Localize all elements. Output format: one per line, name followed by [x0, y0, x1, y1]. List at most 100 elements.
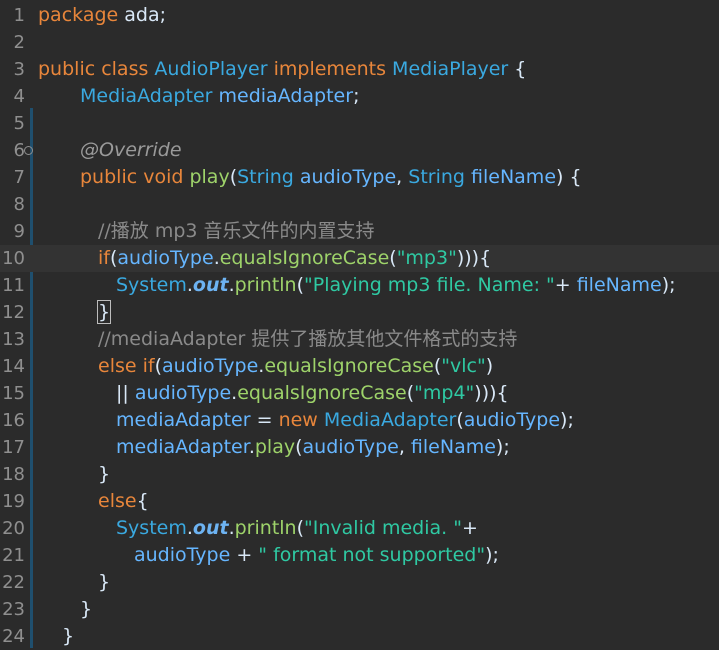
- code-token: package: [38, 4, 119, 26]
- line-number: 24: [2, 626, 25, 647]
- line-number: 7: [13, 167, 25, 188]
- code-line[interactable]: 10 if(audioType.equalsIgnoreCase("mp3")))…: [0, 245, 719, 272]
- code-text: @Override: [80, 137, 182, 164]
- code-token: }: [98, 571, 111, 593]
- code-token: out: [192, 274, 229, 296]
- line-number: 9: [13, 221, 25, 242]
- code-token: (: [154, 355, 162, 377]
- code-line[interactable]: 2: [0, 29, 719, 56]
- line-number: 10: [2, 248, 25, 269]
- line-number: 12: [2, 302, 25, 323]
- line-number: 8: [13, 194, 25, 215]
- code-text: }: [80, 596, 92, 623]
- code-token: System: [116, 517, 187, 539]
- code-text: System.out.println("Invalid media. "+: [116, 515, 478, 542]
- code-token: fileName: [410, 436, 496, 458]
- code-text: else{: [98, 488, 149, 515]
- code-token: System: [116, 274, 187, 296]
- line-number: 20: [2, 518, 25, 539]
- code-token: (: [229, 166, 238, 188]
- line-number: 2: [13, 32, 25, 53]
- code-line[interactable]: 21 audioType + " format not supported");: [0, 542, 719, 569]
- line-number: 4: [13, 86, 25, 107]
- code-text: else if(audioType.equalsIgnoreCase("vlc"…: [98, 353, 493, 380]
- code-line[interactable]: 14 else if(audioType.equalsIgnoreCase("vl…: [0, 353, 719, 380]
- line-number: 17: [2, 437, 25, 458]
- code-text: //播放 mp3 音乐文件的内置支持: [98, 218, 375, 245]
- line-number: 13: [2, 329, 25, 350]
- code-text: System.out.println("Playing mp3 file. Na…: [116, 272, 676, 299]
- code-token: +: [554, 274, 577, 296]
- code-token: implements: [267, 58, 393, 80]
- code-token: (: [295, 436, 303, 458]
- code-token: audioType: [117, 247, 214, 269]
- code-token: audioType: [463, 409, 561, 431]
- code-token: else: [98, 490, 137, 512]
- code-token: MediaAdapter: [323, 409, 457, 431]
- code-token: else if: [98, 355, 155, 377]
- code-token: "mp3": [396, 247, 457, 269]
- code-line[interactable]: 18}: [0, 461, 719, 488]
- line-number: 1: [13, 5, 25, 26]
- code-line[interactable]: 23}: [0, 596, 719, 623]
- code-text: }: [62, 623, 74, 650]
- code-token: @Override: [80, 139, 182, 161]
- code-line[interactable]: 13 //mediaAdapter 提供了播放其他文件格式的支持: [0, 326, 719, 353]
- code-text: }: [96, 299, 112, 326]
- code-token: play: [189, 166, 230, 188]
- code-line[interactable]: 16 mediaAdapter = new MediaAdapter(audioT…: [0, 407, 719, 434]
- line-number: 18: [2, 464, 25, 485]
- code-line[interactable]: 1 package ada;: [0, 2, 719, 29]
- code-token: AudioPlayer: [154, 58, 268, 80]
- code-token: fileName: [471, 166, 557, 188]
- code-token: }: [62, 625, 75, 647]
- code-token: audioType: [134, 544, 231, 566]
- code-line[interactable]: 22}: [0, 569, 719, 596]
- code-text: mediaAdapter = new MediaAdapter(audioTyp…: [116, 407, 574, 434]
- matched-brace: }: [96, 300, 112, 324]
- code-token: if: [98, 247, 110, 269]
- code-line[interactable]: 7 public void play(String audioType, Stri…: [0, 164, 719, 191]
- code-token: MediaAdapter: [80, 85, 213, 107]
- code-token: );: [560, 409, 574, 431]
- line-number: 6: [13, 140, 25, 161]
- line-number: 23: [2, 599, 25, 620]
- code-line[interactable]: 8: [0, 191, 719, 218]
- code-line[interactable]: 24}: [0, 623, 719, 650]
- code-line[interactable]: 5: [0, 110, 719, 137]
- code-line[interactable]: 11 System.out.println("Playing mp3 file. …: [0, 272, 719, 299]
- code-token: MediaPlayer: [392, 58, 509, 80]
- code-line[interactable]: 12}: [0, 299, 719, 326]
- line-number: 22: [2, 572, 25, 593]
- code-token: (: [296, 517, 305, 539]
- line-number: 5: [13, 113, 25, 134]
- code-token: play: [254, 436, 296, 458]
- code-line[interactable]: 17 mediaAdapter.play(audioType, fileName)…: [0, 434, 719, 461]
- code-token: }: [80, 598, 93, 620]
- code-line[interactable]: 6 @Override: [0, 137, 719, 164]
- code-token: mediaAdapter: [116, 409, 251, 431]
- code-token: equalsIgnoreCase: [264, 355, 434, 377]
- line-number: 15: [2, 383, 25, 404]
- code-token: equalsIgnoreCase: [237, 382, 407, 404]
- code-token: +: [461, 517, 478, 539]
- code-line[interactable]: 15 || audioType.equalsIgnoreCase("mp4")))…: [0, 380, 719, 407]
- code-line[interactable]: 3 public class AudioPlayer implements Med…: [0, 56, 719, 83]
- code-token: println: [234, 274, 297, 296]
- code-line[interactable]: 20 System.out.println("Invalid media. "+: [0, 515, 719, 542]
- code-token: " format not supported": [258, 544, 486, 566]
- code-token: //播放 mp3 音乐文件的内置支持: [98, 220, 375, 242]
- code-editor[interactable]: 1 package ada; 2 3 public class AudioPlayer …: [0, 0, 719, 650]
- code-token: (: [456, 409, 464, 431]
- code-text: audioType + " format not supported");: [134, 542, 499, 569]
- code-token: new: [278, 409, 324, 431]
- code-text: }: [98, 461, 110, 488]
- code-token: ): [485, 355, 494, 377]
- line-number: 21: [2, 545, 25, 566]
- code-line[interactable]: 4 MediaAdapter mediaAdapter;: [0, 83, 719, 110]
- code-text: MediaAdapter mediaAdapter;: [80, 83, 359, 110]
- code-line[interactable]: 9 //播放 mp3 音乐文件的内置支持: [0, 218, 719, 245]
- code-token: ,: [398, 436, 411, 458]
- code-line[interactable]: 19 else{: [0, 488, 719, 515]
- code-token: fileName: [576, 274, 662, 296]
